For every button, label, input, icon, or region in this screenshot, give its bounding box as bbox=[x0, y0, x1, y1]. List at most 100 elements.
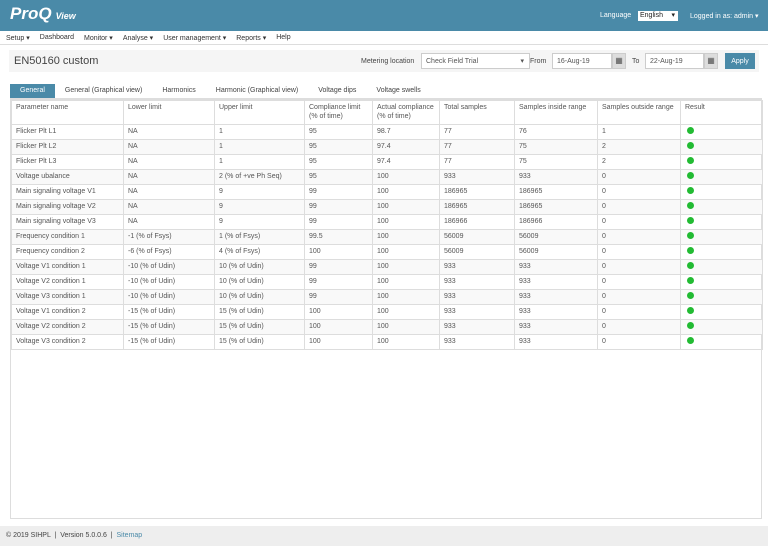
table-cell: 98.7 bbox=[372, 124, 440, 140]
result-cell bbox=[680, 244, 763, 260]
tab-general-graphical[interactable]: General (Graphical view) bbox=[55, 84, 152, 98]
result-cell bbox=[680, 199, 763, 215]
table-cell: 95 bbox=[304, 139, 373, 155]
table-cell: NA bbox=[123, 199, 215, 215]
table-cell: Voltage V2 condition 2 bbox=[11, 319, 124, 335]
table-cell: 2 bbox=[597, 154, 681, 170]
table-cell: 77 bbox=[439, 124, 515, 140]
table-cell: 933 bbox=[514, 169, 598, 185]
tab-general[interactable]: General bbox=[10, 84, 55, 98]
table-cell: 100 bbox=[372, 334, 440, 350]
nav-user-management[interactable]: User management ▾ bbox=[163, 34, 226, 42]
tab-harmonic-graphical[interactable]: Harmonic (Graphical view) bbox=[206, 84, 308, 98]
table-cell: 56009 bbox=[514, 244, 598, 260]
result-cell bbox=[680, 184, 763, 200]
table-cell: 9 bbox=[214, 214, 305, 230]
calendar-icon[interactable]: ▦ bbox=[612, 53, 626, 69]
status-pass-icon bbox=[687, 187, 694, 194]
table-row: Main signaling voltage V2 NA 9 99 100 186965 1… bbox=[11, 199, 763, 215]
status-pass-icon bbox=[687, 277, 694, 284]
column-header: Actual compliance (% of time) bbox=[372, 100, 440, 125]
table-cell: 0 bbox=[597, 169, 681, 185]
result-cell bbox=[680, 289, 763, 305]
metering-location-select[interactable]: Check Field Trial bbox=[421, 53, 530, 69]
table-cell: 10 (% of Udin) bbox=[214, 274, 305, 290]
table-row: Voltage V2 condition 2 -15 (% of Udin) 15 … bbox=[11, 319, 763, 335]
table-cell: 100 bbox=[372, 259, 440, 275]
sitemap-link[interactable]: Sitemap bbox=[117, 532, 143, 539]
page-title: EN50160 custom bbox=[14, 55, 99, 67]
table-row: Voltage V1 condition 1 -10 (% of Udin) 10 … bbox=[11, 259, 763, 275]
table-cell: Voltage V3 condition 1 bbox=[11, 289, 124, 305]
tab-voltage-swells[interactable]: Voltage swells bbox=[366, 84, 430, 98]
status-pass-icon bbox=[687, 142, 694, 149]
language-label: Language bbox=[600, 12, 632, 19]
main-nav: Setup ▾ Dashboard Monitor ▾ Analyse ▾ Us… bbox=[0, 31, 768, 45]
table-cell: -15 (% of Udin) bbox=[123, 334, 215, 350]
result-cell bbox=[680, 124, 763, 140]
table-cell: NA bbox=[123, 139, 215, 155]
table-cell: 56009 bbox=[439, 244, 515, 260]
logo: ProQ View bbox=[10, 4, 76, 24]
nav-reports[interactable]: Reports ▾ bbox=[236, 34, 266, 42]
table-cell: 186965 bbox=[514, 199, 598, 215]
table-cell: 2 bbox=[597, 139, 681, 155]
result-cell bbox=[680, 319, 763, 335]
table-cell: 10 (% of Udin) bbox=[214, 289, 305, 305]
apply-button[interactable]: Apply bbox=[725, 53, 755, 69]
table-cell: 95 bbox=[304, 154, 373, 170]
table-cell: 99 bbox=[304, 259, 373, 275]
tab-harmonics[interactable]: Harmonics bbox=[152, 84, 205, 98]
nav-help[interactable]: Help bbox=[276, 34, 290, 41]
table-cell: 15 (% of Udin) bbox=[214, 334, 305, 350]
table-cell: 2 (% of +ve Ph Seq) bbox=[214, 169, 305, 185]
table-cell: 0 bbox=[597, 229, 681, 245]
table-cell: -1 (% of Fsys) bbox=[123, 229, 215, 245]
status-pass-icon bbox=[687, 172, 694, 179]
table-cell: 97.4 bbox=[372, 154, 440, 170]
status-pass-icon bbox=[687, 322, 694, 329]
table-cell: 0 bbox=[597, 214, 681, 230]
user-menu[interactable]: Logged in as: admin ▾ bbox=[690, 12, 759, 20]
result-cell bbox=[680, 154, 763, 170]
table-cell: 0 bbox=[597, 334, 681, 350]
to-date-input[interactable]: 22-Aug-19 bbox=[645, 53, 704, 69]
table-cell: Frequency condition 1 bbox=[11, 229, 124, 245]
tab-voltage-dips[interactable]: Voltage dips bbox=[308, 84, 366, 98]
nav-dashboard[interactable]: Dashboard bbox=[40, 34, 74, 41]
from-date-input[interactable]: 16-Aug-19 bbox=[552, 53, 612, 69]
compliance-table: Parameter name Lower limit Upper limit Comp… bbox=[11, 100, 763, 350]
table-cell: Voltage V2 condition 1 bbox=[11, 274, 124, 290]
nav-setup[interactable]: Setup ▾ bbox=[6, 34, 30, 42]
status-pass-icon bbox=[687, 247, 694, 254]
table-cell: 56009 bbox=[514, 229, 598, 245]
table-cell: 933 bbox=[439, 334, 515, 350]
nav-monitor[interactable]: Monitor ▾ bbox=[84, 34, 113, 42]
table-cell: Frequency condition 2 bbox=[11, 244, 124, 260]
to-label: To bbox=[632, 58, 640, 65]
table-cell: 933 bbox=[439, 289, 515, 305]
table-cell: 186966 bbox=[514, 214, 598, 230]
table-cell: 77 bbox=[439, 139, 515, 155]
language-select[interactable]: English bbox=[638, 11, 678, 21]
table-cell: -10 (% of Udin) bbox=[123, 289, 215, 305]
table-cell: 1 bbox=[214, 139, 305, 155]
column-header: Lower limit bbox=[123, 100, 215, 125]
table-cell: 0 bbox=[597, 199, 681, 215]
status-pass-icon bbox=[687, 202, 694, 209]
column-header: Upper limit bbox=[214, 100, 305, 125]
table-cell: 0 bbox=[597, 304, 681, 320]
status-pass-icon bbox=[687, 232, 694, 239]
status-pass-icon bbox=[687, 157, 694, 164]
table-row: Flicker Plt L3 NA 1 95 97.4 77 75 2 bbox=[11, 154, 763, 170]
table-cell: 100 bbox=[372, 184, 440, 200]
table-cell: Voltage ubalance bbox=[11, 169, 124, 185]
table-cell: 9 bbox=[214, 199, 305, 215]
result-cell bbox=[680, 334, 763, 350]
table-cell: 100 bbox=[304, 304, 373, 320]
logo-sub: View bbox=[55, 11, 76, 21]
table-cell: 1 bbox=[597, 124, 681, 140]
version: Version 5.0.0.6 bbox=[60, 532, 107, 539]
calendar-icon[interactable]: ▦ bbox=[704, 53, 718, 69]
nav-analyse[interactable]: Analyse ▾ bbox=[123, 34, 153, 42]
